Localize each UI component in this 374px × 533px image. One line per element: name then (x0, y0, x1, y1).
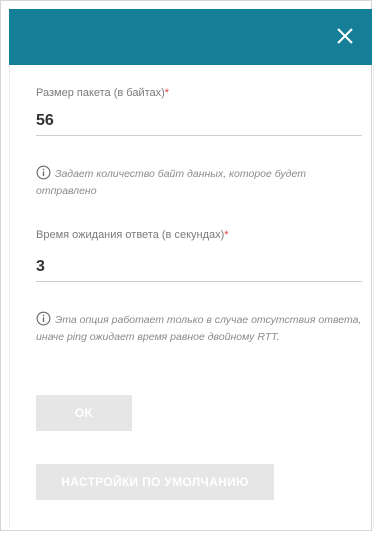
close-button[interactable] (330, 21, 360, 51)
dialog-frame: Размер пакета (в байтах)* Задает количес… (0, 0, 374, 531)
dialog-body: Размер пакета (в байтах)* Задает количес… (9, 65, 374, 527)
ok-button[interactable]: OK (36, 395, 132, 431)
restore-defaults-button[interactable]: НАСТРОЙКИ ПО УМОЛЧАНИЮ (36, 464, 274, 500)
required-mark: * (224, 229, 229, 241)
timeout-label: Время ожидания ответа (в секундах)* (36, 229, 229, 241)
timeout-input[interactable] (36, 253, 362, 282)
close-icon (337, 28, 353, 44)
required-mark: * (164, 87, 170, 99)
timeout-hint-text: Эта опция работает только в случае отсут… (36, 314, 362, 343)
info-icon (36, 165, 51, 180)
packet-size-label: Размер пакета (в байтах)* (36, 87, 169, 99)
packet-size-input[interactable] (36, 107, 362, 136)
dialog-header (9, 9, 372, 65)
timeout-label-text: Время ожидания ответа (в секундах) (36, 229, 225, 241)
timeout-hint: Эта опция работает только в случае отсут… (36, 311, 364, 346)
packet-size-hint: Задает количество байт данных, которое б… (36, 165, 364, 200)
packet-size-label-text: Размер пакета (в байтах) (36, 87, 165, 99)
info-icon (36, 311, 51, 326)
packet-size-hint-text: Задает количество байт данных, которое б… (36, 168, 306, 197)
